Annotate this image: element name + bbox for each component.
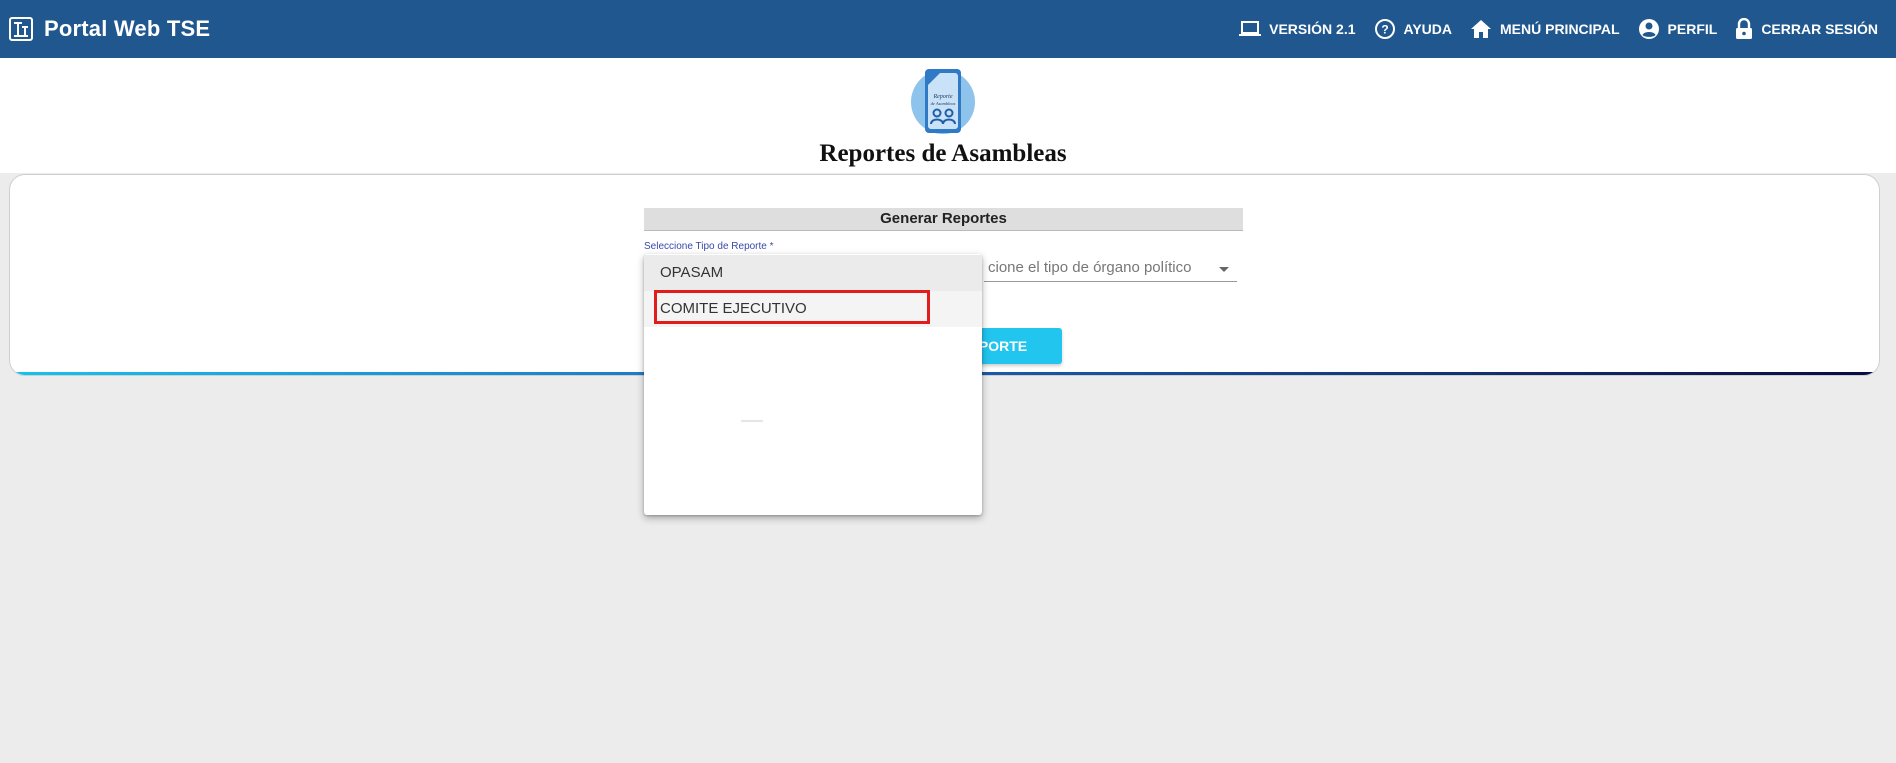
nav-version-label: VERSIÓN 2.1 — [1269, 21, 1356, 37]
nav-main-menu[interactable]: MENÚ PRINCIPAL — [1470, 19, 1620, 39]
svg-text:Reporte: Reporte — [933, 94, 953, 100]
laptop-icon — [1239, 20, 1262, 38]
tse-logo-icon — [8, 16, 34, 42]
nav-help-label: AYUDA — [1403, 21, 1453, 37]
help-icon: ? — [1374, 18, 1396, 40]
nav-profile-label: PERFIL — [1667, 21, 1718, 37]
svg-text:de Asambleas: de Asambleas — [931, 101, 956, 106]
section-header: Generar Reportes — [644, 208, 1243, 231]
stray-artifact — [741, 420, 763, 422]
organ-type-select[interactable]: cione el tipo de órgano político — [984, 257, 1237, 282]
brand[interactable]: Portal Web TSE — [8, 12, 210, 46]
nav-logout-label: CERRAR SESIÓN — [1761, 21, 1878, 37]
nav-profile[interactable]: PERFIL — [1638, 18, 1718, 40]
report-type-label: Seleccione Tipo de Reporte * — [644, 241, 774, 252]
home-icon — [1470, 19, 1492, 39]
nav-main-menu-label: MENÚ PRINCIPAL — [1500, 21, 1620, 37]
highlight-annotation-box — [654, 290, 930, 324]
svg-text:?: ? — [1381, 23, 1388, 37]
nav-help[interactable]: ? AYUDA — [1374, 18, 1453, 40]
top-nav: VERSIÓN 2.1 ? AYUDA MENÚ PRINCIPAL PERFI… — [1239, 14, 1878, 44]
nav-version[interactable]: VERSIÓN 2.1 — [1239, 20, 1356, 38]
dropdown-option-opasam[interactable]: OPASAM — [644, 255, 982, 291]
report-assemblies-icon: Reporte de Asambleas — [908, 66, 978, 136]
organ-type-select-value: cione el tipo de órgano político — [988, 259, 1192, 276]
nav-logout[interactable]: CERRAR SESIÓN — [1735, 18, 1878, 40]
page-header: Reporte de Asambleas Reportes de Asamble… — [0, 58, 1896, 173]
account-icon — [1638, 18, 1660, 40]
top-navbar: Portal Web TSE VERSIÓN 2.1 ? AYUDA MENÚ … — [0, 0, 1896, 58]
page-title: Reportes de Asambleas — [819, 140, 1067, 167]
lock-icon — [1735, 18, 1753, 40]
dropdown-arrow-icon — [1219, 267, 1229, 272]
app-title: Portal Web TSE — [44, 16, 211, 41]
